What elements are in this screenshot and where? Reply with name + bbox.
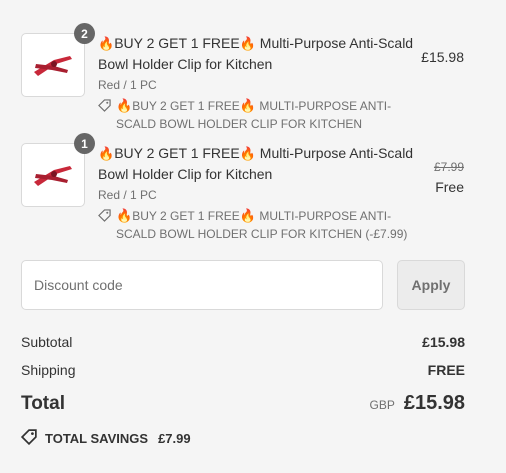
product-title: 🔥BUY 2 GET 1 FREE🔥 Multi-Purpose Anti-Sc… bbox=[98, 35, 414, 72]
cart-item: 1 🔥BUY 2 GET 1 FREE🔥 Multi-Purpose Anti-… bbox=[21, 133, 466, 243]
total-label: Total bbox=[21, 393, 65, 414]
item-price: £15.98 bbox=[421, 49, 464, 65]
fire-icon: 🔥 bbox=[239, 36, 256, 51]
quantity-badge: 2 bbox=[74, 23, 95, 44]
tag-icon bbox=[20, 429, 37, 448]
applied-discount: 🔥BUY 2 GET 1 FREE🔥 MULTI-PURPOSE ANTI-SC… bbox=[98, 97, 418, 133]
shipping-label: Shipping bbox=[21, 362, 76, 378]
product-title: 🔥BUY 2 GET 1 FREE🔥 Multi-Purpose Anti-Sc… bbox=[98, 145, 414, 182]
shipping-value: FREE bbox=[427, 362, 465, 378]
bowl-clip-image-icon bbox=[34, 166, 72, 186]
cart-item: 2 🔥BUY 2 GET 1 FREE🔥 Multi-Purpose Anti-… bbox=[21, 23, 466, 133]
fire-icon: 🔥 bbox=[98, 146, 115, 161]
fire-icon: 🔥 bbox=[239, 146, 256, 161]
currency-code: GBP bbox=[369, 398, 395, 412]
quantity-badge: 1 bbox=[74, 133, 95, 154]
discount-code-input[interactable] bbox=[21, 260, 383, 310]
fire-icon: 🔥 bbox=[239, 98, 256, 113]
product-thumbnail: 1 bbox=[21, 133, 95, 207]
product-thumbnail: 2 bbox=[21, 23, 95, 97]
total-value: £15.98 bbox=[403, 392, 465, 414]
tag-icon bbox=[98, 97, 116, 133]
item-price: £7.99 Free bbox=[434, 157, 464, 197]
total-row: Total GBP £15.98 bbox=[21, 392, 465, 415]
subtotal-value: £15.98 bbox=[422, 334, 465, 350]
tag-icon bbox=[98, 207, 116, 243]
shipping-row: Shipping FREE bbox=[21, 362, 465, 378]
apply-discount-button[interactable]: Apply bbox=[397, 260, 465, 310]
discount-code-form: Apply bbox=[21, 260, 466, 310]
fire-icon: 🔥 bbox=[116, 98, 133, 113]
fire-icon: 🔥 bbox=[116, 208, 133, 223]
applied-discount: 🔥BUY 2 GET 1 FREE🔥 MULTI-PURPOSE ANTI-SC… bbox=[98, 207, 418, 243]
fire-icon: 🔥 bbox=[98, 36, 115, 51]
fire-icon: 🔥 bbox=[239, 208, 256, 223]
subtotal-row: Subtotal £15.98 bbox=[21, 334, 465, 350]
product-variant: Red / 1 PC bbox=[98, 188, 157, 202]
product-variant: Red / 1 PC bbox=[98, 78, 157, 92]
bowl-clip-image-icon bbox=[34, 56, 72, 76]
total-savings: TOTAL SAVINGS £7.99 bbox=[20, 429, 191, 448]
savings-value: £7.99 bbox=[158, 431, 191, 446]
subtotal-label: Subtotal bbox=[21, 334, 73, 350]
original-price: £7.99 bbox=[433, 160, 464, 174]
savings-label: TOTAL SAVINGS bbox=[45, 431, 149, 446]
